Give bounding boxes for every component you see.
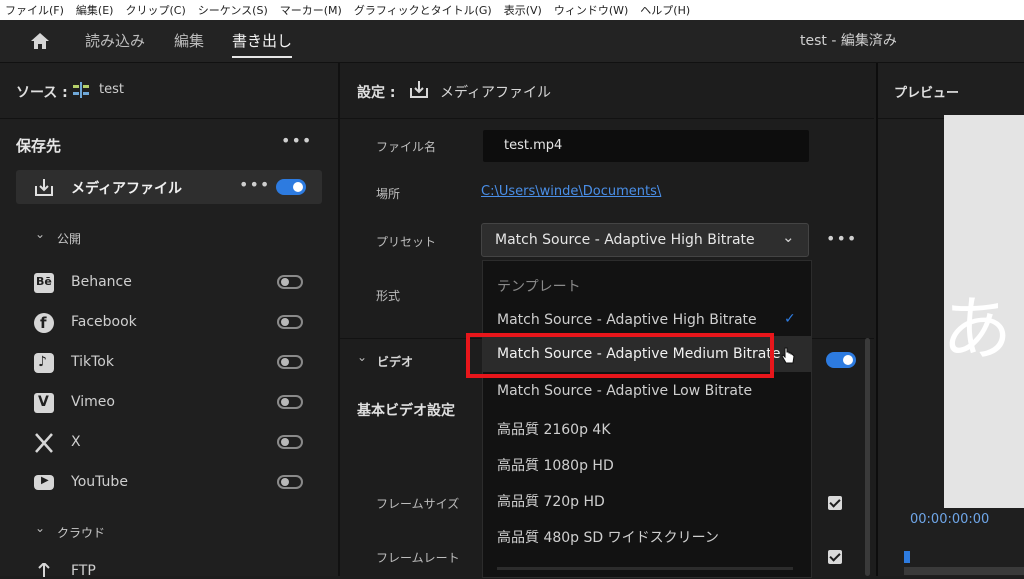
x-icon [35,433,53,453]
frame-size-label: フレームサイズ [376,497,460,511]
workspace-nav: 読み込み 編集 書き出し test - 編集済み [0,20,1024,63]
publish-x-label: X [71,434,81,450]
filename-value: test.mp4 [504,138,563,153]
source-label: ソース : [16,85,68,101]
frame-rate-checkbox[interactable] [828,550,842,564]
cloud-section-label[interactable]: クラウド [57,524,105,541]
preset-option[interactable]: 高品質 2160p 4K [497,419,611,439]
preset-option[interactable]: Match Source - Adaptive Low Bitrate [497,383,752,399]
preset-option[interactable]: Match Source - Adaptive High Bitrate [497,312,757,328]
export-icon [35,179,53,196]
publish-section-label[interactable]: 公開 [57,230,81,247]
format-label: 形式 [376,289,401,303]
preset-option[interactable]: 高品質 480p SD ワイドスクリーン [497,527,719,547]
publish-tiktok-label: TikTok [71,354,114,370]
behance-icon: Bē [34,273,54,293]
video-toggle[interactable] [826,352,856,368]
chevron-down-icon[interactable]: ⌄ [35,521,45,535]
tiktok-icon: ♪ [34,353,54,373]
menu-window[interactable]: ウィンドウ(W) [549,2,635,18]
project-title: test - 編集済み [800,33,897,49]
dropdown-divider [497,567,793,570]
menu-view[interactable]: 表示(V) [499,2,549,18]
location-label: 場所 [376,187,401,201]
hand-cursor-icon [781,347,795,364]
home-icon[interactable] [30,32,50,50]
ftp-icon [38,563,50,577]
source-name: test [99,82,124,97]
frame-rate-label: フレームレート [376,551,460,565]
vimeo-toggle[interactable] [277,395,303,409]
menu-help[interactable]: ヘルプ(H) [635,2,697,18]
chevron-down-icon[interactable]: ⌄ [35,227,45,241]
location-link[interactable]: C:\Users\winde\Documents\ [481,184,661,199]
more-icon[interactable]: ••• [239,175,270,194]
menu-file[interactable]: ファイル(F) [0,2,71,18]
settings-header-label: 設定 : [357,85,396,101]
more-icon[interactable]: ••• [281,131,312,150]
export-icon [410,81,428,98]
tab-import[interactable]: 読み込み [85,20,145,62]
divider [340,118,874,119]
preset-dropdown-menu: テンプレート Match Source - Adaptive High Bitr… [482,260,812,578]
media-file-label: メディアファイル [71,181,183,197]
preview-timecode: 00:00:00:00 [910,512,990,527]
dropdown-header: テンプレート [497,279,581,295]
youtube-icon: ▶ [34,475,54,490]
playhead[interactable] [904,551,910,563]
menu-graphics[interactable]: グラフィックとタイトル(G) [349,2,499,18]
checkmark-icon: ✓ [784,311,796,327]
preset-label: プリセット [376,235,437,249]
menu-sequence[interactable]: シーケンス(S) [193,2,275,18]
media-file-toggle[interactable] [276,179,306,195]
settings-header-value: メディアファイル [440,85,552,101]
x-toggle[interactable] [277,435,303,449]
preview-frame-text: あと [944,288,1024,370]
filename-label: ファイル名 [376,140,437,154]
chevron-down-icon: ⌄ [782,228,795,246]
preview-title: プレビュー [894,86,960,101]
destination-panel: ソース : test 保存先 ••• メディアファイル ••• ⌄ 公開 Bē … [0,63,340,579]
preset-option[interactable]: 高品質 1080p HD [497,455,614,475]
preset-select[interactable]: Match Source - Adaptive High Bitrate ⌄ [481,223,809,257]
menu-edit[interactable]: 編集(E) [71,2,121,18]
highlight-box [466,333,774,378]
frame-size-checkbox[interactable] [828,496,842,510]
youtube-toggle[interactable] [277,475,303,489]
tiktok-toggle[interactable] [277,355,303,369]
preset-option[interactable]: 高品質 720p HD [497,491,605,511]
destination-media-file[interactable]: メディアファイル ••• [16,170,322,204]
cloud-ftp-label: FTP [71,563,96,579]
publish-vimeo-label: Vimeo [71,394,115,410]
more-icon[interactable]: ••• [826,229,857,248]
destinations-title: 保存先 [16,137,62,155]
tab-edit[interactable]: 編集 [174,20,204,62]
sequence-icon [73,82,89,98]
basic-video-settings-label: 基本ビデオ設定 [357,403,455,419]
preset-value: Match Source - Adaptive High Bitrate [495,232,755,248]
chevron-down-icon[interactable]: ⌄ [357,350,367,364]
preview-panel: プレビュー あと 00:00:00:00 [876,63,1024,576]
video-section-label[interactable]: ビデオ [377,353,413,370]
menu-clip[interactable]: クリップ(C) [120,2,192,18]
preview-timeline[interactable] [904,567,1024,575]
facebook-icon: f [34,313,54,333]
menu-bar: ファイル(F) 編集(E) クリップ(C) シーケンス(S) マーカー(M) グ… [0,0,1024,20]
filename-input[interactable]: test.mp4 [483,130,809,162]
settings-scrollbar[interactable] [865,338,870,576]
menu-marker[interactable]: マーカー(M) [275,2,349,18]
publish-youtube-label: YouTube [71,474,128,490]
tab-export[interactable]: 書き出し [232,20,293,62]
preview-frame: あと [944,115,1024,508]
divider [0,118,338,119]
behance-toggle[interactable] [277,275,303,289]
facebook-toggle[interactable] [277,315,303,329]
publish-behance-label: Behance [71,274,132,290]
publish-facebook-label: Facebook [71,314,137,330]
vimeo-icon: V [34,393,54,413]
